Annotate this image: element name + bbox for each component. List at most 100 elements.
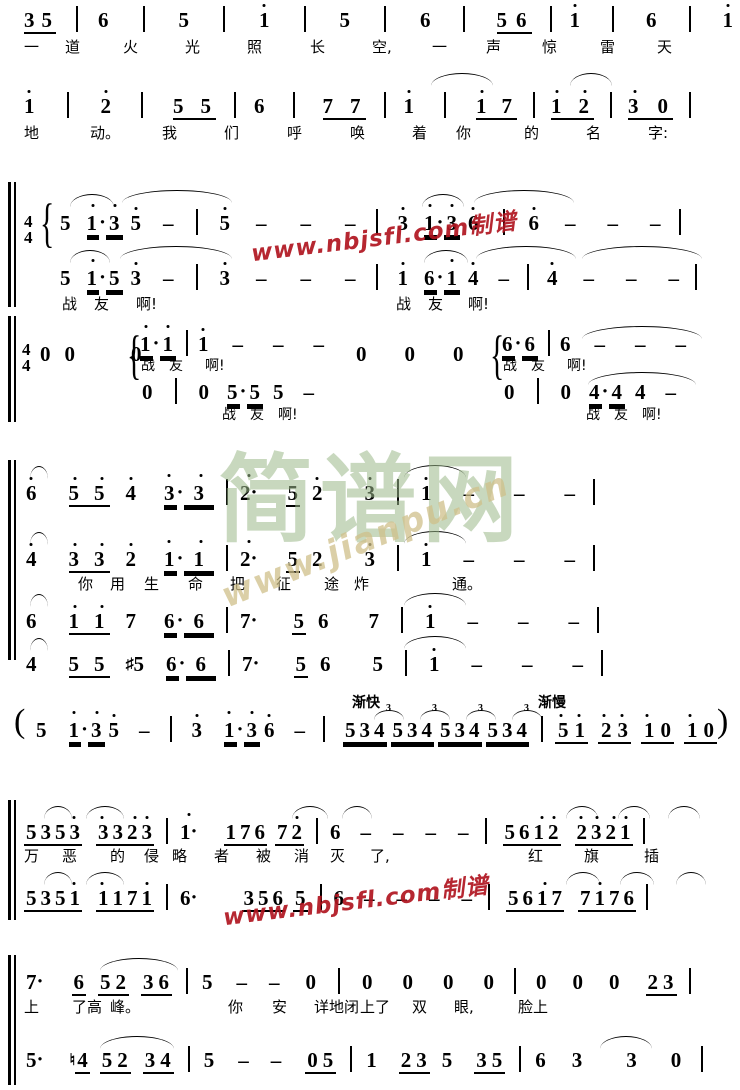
barline	[141, 92, 143, 118]
slur	[474, 190, 574, 203]
time-sig-denominator: 4	[24, 228, 33, 247]
barline	[678, 209, 681, 235]
barline	[601, 650, 604, 676]
system-3-tenor-lyrics: 战友啊!	[141, 358, 225, 374]
barline	[338, 968, 341, 994]
system-3-tenorbass-rests-2: 000	[356, 342, 464, 366]
triplet-numeral: 3	[432, 703, 437, 714]
system-3-bass-lyrics-2: 战友啊!	[586, 407, 662, 423]
slur	[30, 594, 48, 607]
system-6-upper: 5353 3323 1 · 176 72 6 – – – – 5612 2321	[24, 813, 651, 846]
slur	[100, 1036, 174, 1049]
barline	[292, 92, 295, 118]
system-4-tenor: 6 11 7 6· 6 7· 5 6 7 1 – – –	[26, 605, 613, 635]
slur	[668, 806, 700, 819]
barline	[234, 92, 236, 118]
time-sig-denominator-2: 4	[22, 356, 31, 375]
system-1-lyrics: 一道火光照长空, 一声惊雷天	[24, 38, 673, 56]
slur	[618, 806, 650, 819]
barline	[549, 6, 552, 32]
barline	[444, 92, 446, 118]
barline	[484, 818, 487, 844]
slur	[476, 246, 576, 259]
barline	[688, 968, 691, 994]
barline	[223, 6, 225, 32]
barline	[187, 1046, 190, 1072]
barline	[695, 264, 698, 290]
barline	[375, 264, 378, 290]
system-7-lyrics: 上了高 峰。你安详地闭上了双眼, 脸上	[24, 998, 549, 1016]
slur	[582, 246, 702, 259]
barline	[66, 92, 69, 118]
time-signature-lower: 4 4	[22, 341, 31, 375]
slur	[566, 872, 600, 885]
time-signature-upper: 4 4	[24, 213, 33, 247]
system-1-notes: 35 6 5 1 5 6 56 1 6 1	[24, 4, 740, 34]
interlude-open-paren: (	[14, 703, 26, 740]
barline	[228, 650, 231, 676]
barline	[76, 6, 78, 32]
barline	[174, 378, 177, 404]
triplet-numeral: 3	[478, 703, 483, 714]
barline	[350, 1046, 353, 1072]
barline	[303, 6, 306, 32]
barline	[195, 264, 198, 290]
barline	[514, 968, 517, 994]
barline	[405, 650, 408, 676]
slur	[30, 532, 48, 545]
slur	[292, 806, 328, 819]
jianpu-sheet-music: 35 6 5 1 5 6 56 1 6 1 一道火光照长空, 一声惊雷天 1 2 …	[0, 0, 740, 1090]
barline	[186, 330, 189, 356]
slur	[676, 872, 706, 885]
barline	[701, 1046, 704, 1072]
slur	[431, 73, 493, 86]
triplet-numeral: 3	[524, 703, 529, 714]
slur	[600, 1036, 652, 1049]
barline	[401, 607, 404, 633]
slur	[44, 872, 72, 885]
slur	[122, 190, 232, 203]
slur	[588, 372, 696, 385]
voice-group-brace: {	[40, 193, 55, 253]
barline	[533, 92, 535, 118]
system-5-interlude: 5 1 · 3 5 – 3 1 · 3 6 – 534 534 534 534 51 2…	[36, 711, 718, 744]
system-7-upper: 7· 6 52 36 5 – – 0 0000 000 23	[26, 968, 699, 996]
slur	[30, 466, 48, 479]
barline	[610, 92, 612, 118]
system-6-lyrics: 万恶的侵略者被消灭了, 红旗插	[24, 847, 660, 865]
system-4-bass: 4 55 ♯5 6· 6 7· 5 6 5 1 – – –	[26, 648, 617, 678]
system-3-bass-lyrics: 战友啊!	[222, 407, 298, 423]
slur	[86, 806, 124, 819]
barline	[142, 6, 145, 32]
barline	[527, 264, 530, 290]
barline	[612, 6, 614, 32]
slur	[70, 250, 110, 263]
barline	[169, 716, 172, 742]
barline	[383, 92, 386, 118]
system-3-alto: 5 1 · 5 3 – 3 – – – 1 6· 1 4 – 4 – – –	[60, 259, 709, 292]
slur	[120, 246, 232, 259]
triplet-numeral: 3	[386, 703, 391, 714]
slur	[44, 806, 72, 819]
slur	[582, 326, 702, 339]
barline	[642, 818, 645, 844]
system-3-bass: 0 0 5· 5 5 –	[142, 378, 315, 406]
barline	[593, 545, 596, 571]
system-7-lower: 5· ♮4 52 34 5 – – 05 1 23 5 35 6 3 3 0	[26, 1046, 719, 1074]
slur	[424, 250, 468, 263]
barline	[593, 479, 596, 505]
slur	[342, 806, 372, 819]
interlude-close-paren: )	[717, 703, 729, 740]
slur	[404, 593, 466, 606]
barline	[195, 209, 198, 235]
system-2-lyrics: 地动。我们呼唤着你的名字:	[24, 124, 669, 142]
barline	[166, 818, 168, 844]
barline	[519, 1046, 522, 1072]
barline	[462, 6, 465, 32]
system-3-alto-lyrics: 战友啊! 战友啊!	[62, 295, 490, 313]
slur	[422, 194, 464, 207]
slur	[30, 638, 48, 651]
barline	[536, 378, 539, 404]
barline	[316, 818, 319, 844]
barline	[597, 607, 600, 633]
